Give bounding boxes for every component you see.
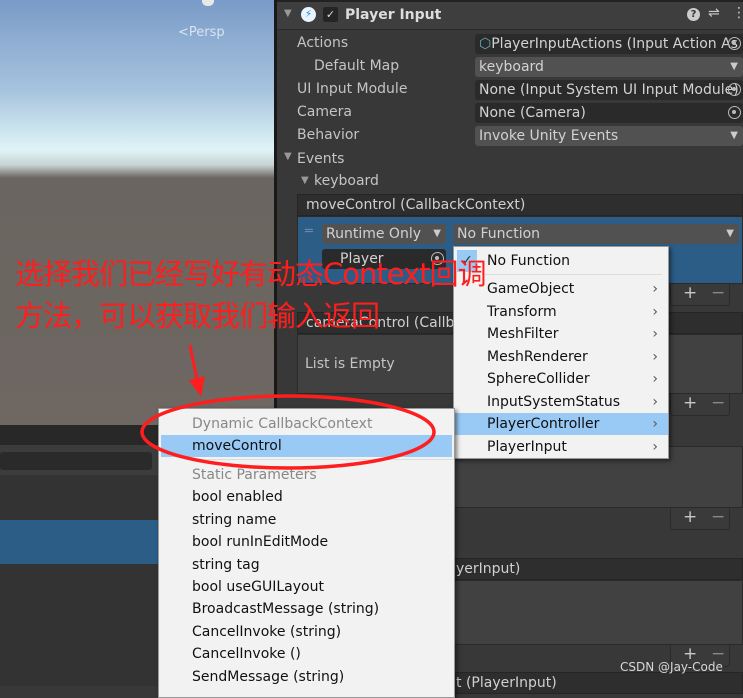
watermark: CSDN @Jay-Code	[620, 660, 723, 674]
annotation-overlay	[140, 344, 436, 470]
arrow-head-icon	[189, 376, 205, 397]
highlight-ellipse	[140, 394, 436, 470]
